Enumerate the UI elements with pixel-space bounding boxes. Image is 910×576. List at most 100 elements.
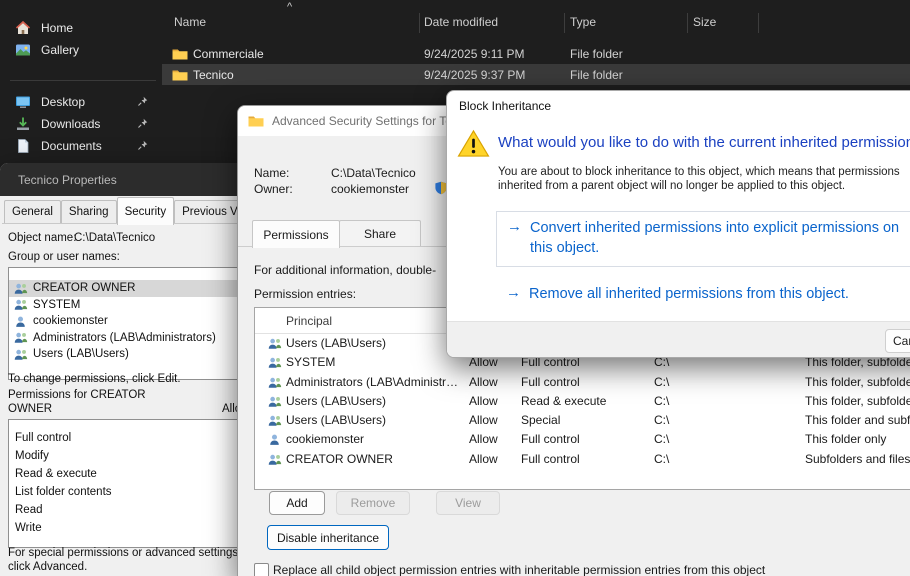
group-icon xyxy=(267,453,282,466)
group-item[interactable]: Users (LAB\Users) xyxy=(9,346,245,363)
block-dialog-heading: What would you like to do with the curre… xyxy=(498,134,910,151)
permissions-list: Full control Modify Read & execute List … xyxy=(8,419,246,548)
option-text-line1: Remove all inherited permissions from th… xyxy=(529,286,849,302)
downloads-icon xyxy=(15,116,31,132)
permission-entry-row[interactable]: CREATOR OWNER Allow Full control C:\ Sub… xyxy=(255,450,910,469)
name-value: C:\Data\Tecnico xyxy=(331,166,416,180)
entry-principal: cookiemonster xyxy=(286,432,462,446)
file-date-modified: 9/24/2025 9:11 PM xyxy=(424,47,525,61)
permission-item[interactable]: Write xyxy=(9,519,245,537)
group-icon xyxy=(13,348,28,361)
tab-label: General xyxy=(12,206,53,218)
properties-dialog: Tecnico Properties General Sharing Secur… xyxy=(0,163,248,576)
sidebar-item-downloads[interactable]: Downloads xyxy=(6,112,158,135)
entry-principal: Users (LAB\Users) xyxy=(286,394,462,408)
entry-applies-to: This folder and subfolders xyxy=(805,413,910,427)
column-header-date-modified[interactable]: Date modified xyxy=(424,15,498,29)
tab-share[interactable]: Share xyxy=(339,220,421,247)
block-dialog-footer: Cancel xyxy=(447,321,910,358)
file-date-modified: 9/24/2025 9:37 PM xyxy=(424,68,525,82)
tab-general[interactable]: General xyxy=(4,200,61,223)
sidebar-item-gallery[interactable]: Gallery xyxy=(6,38,158,61)
properties-title-bar[interactable]: Tecnico Properties xyxy=(0,163,248,196)
column-divider xyxy=(419,13,420,33)
replace-permissions-label: Replace all child object permission entr… xyxy=(273,563,765,576)
tab-security[interactable]: Security xyxy=(117,197,175,225)
permission-item[interactable]: Read xyxy=(9,501,245,519)
column-divider xyxy=(687,13,688,33)
button-label: Remove xyxy=(351,496,396,510)
group-name: SYSTEM xyxy=(33,299,80,311)
add-button[interactable]: Add xyxy=(269,491,325,515)
view-button: View xyxy=(436,491,500,515)
entry-inherited-from: C:\ xyxy=(654,452,669,466)
group-icon xyxy=(13,331,28,344)
replace-permissions-checkbox[interactable] xyxy=(254,563,269,576)
entry-principal: SYSTEM xyxy=(286,355,462,369)
pin-icon xyxy=(137,140,148,151)
entry-inherited-from: C:\ xyxy=(654,375,669,389)
command-arrow-icon: → xyxy=(506,284,521,301)
button-label: View xyxy=(455,496,481,510)
gallery-icon xyxy=(15,42,31,58)
entry-principal: Administrators (LAB\Administrators) xyxy=(286,375,462,389)
column-header-name[interactable]: Name xyxy=(174,15,206,29)
remove-button: Remove xyxy=(336,491,410,515)
entry-access: Full control xyxy=(521,375,580,389)
permissions-for-label-line2: OWNER xyxy=(8,403,52,415)
cancel-button[interactable]: Cancel xyxy=(885,329,910,353)
entry-access: Read & execute xyxy=(521,394,606,408)
permission-name: List folder contents xyxy=(15,486,112,498)
group-item[interactable]: CREATOR OWNER xyxy=(9,280,245,297)
entries-label: Permission entries: xyxy=(254,287,356,301)
column-header-type[interactable]: Type xyxy=(570,15,596,29)
entry-principal: Users (LAB\Users) xyxy=(286,336,462,350)
button-label: Disable inheritance xyxy=(277,531,379,545)
group-item[interactable]: cookiemonster xyxy=(9,313,245,330)
file-type: File folder xyxy=(570,47,623,61)
block-dialog-title-bar[interactable]: Block Inheritance xyxy=(459,99,551,113)
remove-permissions-option[interactable]: → Remove all inherited permissions from … xyxy=(496,283,910,307)
owner-value: cookiemonster xyxy=(331,182,409,196)
group-icon xyxy=(13,282,28,295)
permission-item[interactable]: List folder contents xyxy=(9,483,245,501)
edit-hint: To change permissions, click Edit. xyxy=(8,373,181,385)
disable-inheritance-button[interactable]: Disable inheritance xyxy=(267,525,389,550)
permission-item[interactable]: Read & execute xyxy=(9,465,245,483)
entry-access: Full control xyxy=(521,432,580,446)
group-icon xyxy=(267,356,282,369)
group-item[interactable]: Administrators (LAB\Administrators) xyxy=(9,330,245,347)
tab-permissions[interactable]: Permissions xyxy=(252,220,340,248)
tab-label: Sharing xyxy=(69,206,109,218)
permission-item[interactable]: Full control xyxy=(9,429,245,447)
column-divider xyxy=(758,13,759,33)
permission-item[interactable]: Modify xyxy=(9,447,245,465)
permission-entry-row[interactable]: Users (LAB\Users) Allow Special C:\ This… xyxy=(255,411,910,430)
entry-access: Full control xyxy=(521,452,580,466)
user-icon xyxy=(13,315,28,328)
object-name-value: C:\Data\Tecnico xyxy=(74,232,155,244)
sidebar-item-home[interactable]: Home xyxy=(6,16,158,39)
group-icon xyxy=(267,376,282,389)
sidebar-item-label: Downloads xyxy=(41,117,100,131)
permission-entry-row[interactable]: Administrators (LAB\Administrators) Allo… xyxy=(255,373,910,392)
entry-inherited-from: C:\ xyxy=(654,413,669,427)
entry-type: Allow xyxy=(469,375,498,389)
file-row-commerciale[interactable]: Commerciale 9/24/2025 9:11 PM File folde… xyxy=(162,43,910,64)
group-icon xyxy=(13,298,28,311)
group-name: CREATOR OWNER xyxy=(33,282,135,294)
groups-label: Group or user names: xyxy=(8,251,120,263)
entry-inherited-from: C:\ xyxy=(654,394,669,408)
group-item[interactable]: SYSTEM xyxy=(9,297,245,314)
sidebar-item-desktop[interactable]: Desktop xyxy=(6,90,158,113)
convert-permissions-option[interactable]: → Convert inherited permissions into exp… xyxy=(496,211,910,267)
column-header-principal[interactable]: Principal xyxy=(286,314,332,328)
tab-sharing[interactable]: Sharing xyxy=(61,200,117,223)
group-name: Administrators (LAB\Administrators) xyxy=(33,332,216,344)
group-name: Users (LAB\Users) xyxy=(33,348,129,360)
sidebar-item-documents[interactable]: Documents xyxy=(6,134,158,157)
file-row-tecnico[interactable]: Tecnico 9/24/2025 9:37 PM File folder xyxy=(162,64,910,85)
permission-entry-row[interactable]: cookiemonster Allow Full control C:\ Thi… xyxy=(255,430,910,449)
column-header-size[interactable]: Size xyxy=(693,15,716,29)
permission-entry-row[interactable]: Users (LAB\Users) Allow Read & execute C… xyxy=(255,392,910,411)
